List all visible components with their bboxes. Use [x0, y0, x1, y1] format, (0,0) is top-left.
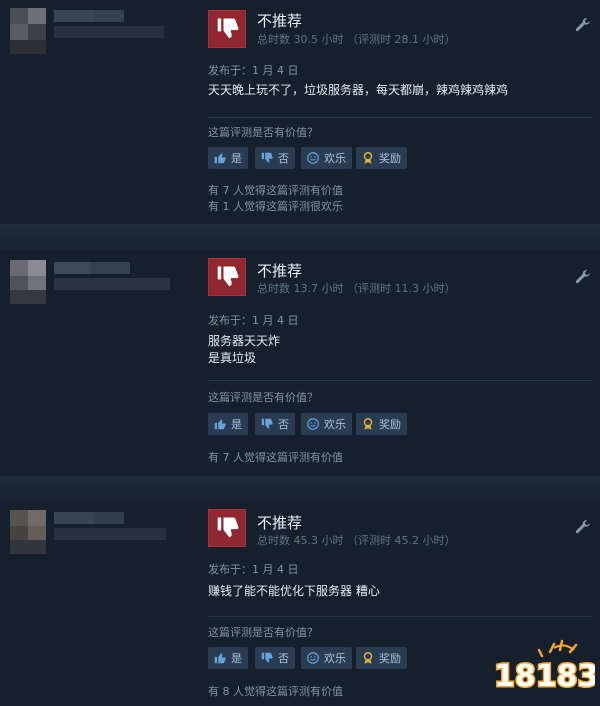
vote-yes-label: 是 [231, 652, 242, 665]
vote-yes-label: 是 [231, 418, 242, 431]
review-verdict: 不推荐 [257, 262, 303, 280]
vote-yes-button[interactable]: 是 [208, 413, 248, 435]
divider [208, 616, 592, 617]
smiley-icon [307, 418, 319, 430]
vote-funny-label: 欢乐 [324, 418, 346, 431]
review-hours: 总时数 13.7 小时 （评测时 11.3 小时） [257, 282, 456, 295]
helpful-count: 有 7 人觉得这篇评测有价值 [208, 451, 343, 464]
avatar[interactable] [6, 504, 176, 564]
review-separator [0, 476, 600, 500]
avatar[interactable] [6, 4, 176, 64]
vote-yes-button[interactable]: 是 [208, 147, 248, 169]
vote-funny-label: 欢乐 [324, 152, 346, 165]
svg-text:18183: 18183 [494, 659, 595, 694]
wrench-icon[interactable] [574, 518, 592, 536]
helpful-count: 有 7 人觉得这篇评测有价值 [208, 184, 343, 197]
review-posted-date: 发布于：1 月 4 日 [208, 563, 299, 576]
thumbs-down-icon [261, 152, 273, 163]
review-separator [0, 224, 600, 250]
review-posted-date: 发布于：1 月 4 日 [208, 64, 299, 77]
award-label: 奖励 [379, 152, 401, 165]
vote-funny-button[interactable]: 欢乐 [301, 147, 352, 169]
avatar[interactable] [6, 254, 176, 314]
vote-yes-label: 是 [231, 152, 242, 165]
award-button[interactable]: 奖励 [356, 147, 407, 169]
review-posted-date: 发布于：1 月 4 日 [208, 314, 299, 327]
thumbs-down-icon [217, 18, 239, 39]
review-verdict: 不推荐 [257, 12, 303, 30]
review-verdict: 不推荐 [257, 514, 303, 532]
review-text: 赚钱了能不能优化下服务器 糟心 [208, 584, 380, 598]
vote-no-button[interactable]: 否 [255, 647, 295, 669]
vote-no-button[interactable]: 否 [255, 413, 295, 435]
divider [208, 380, 592, 381]
review-card: 不推荐 总时数 13.7 小时 （评测时 11.3 小时） 发布于：1 月 4 … [0, 250, 600, 476]
thumbs-down-icon [217, 517, 239, 538]
award-label: 奖励 [379, 418, 401, 431]
review-text: 天天晚上玩不了，垃圾服务器，每天都崩，辣鸡辣鸡辣鸡 [208, 83, 509, 97]
award-icon [363, 152, 373, 164]
helpful-prompt: 这篇评测是否有价值？ [208, 391, 318, 404]
thumbs-down-badge [208, 258, 246, 296]
award-icon [363, 652, 373, 664]
smiley-icon [307, 652, 319, 664]
wrench-icon[interactable] [574, 268, 592, 286]
divider [208, 117, 592, 118]
thumbs-up-icon [214, 153, 226, 164]
review-text: 服务器天天炸 是真垃圾 [208, 334, 281, 365]
vote-yes-button[interactable]: 是 [208, 647, 248, 669]
review-hours: 总时数 30.5 小时 （评测时 28.1 小时） [257, 33, 456, 46]
wrench-icon[interactable] [574, 16, 592, 34]
award-button[interactable]: 奖励 [356, 647, 407, 669]
award-icon [363, 418, 373, 430]
thumbs-down-badge [208, 509, 246, 547]
helpful-prompt: 这篇评测是否有价值？ [208, 126, 318, 139]
vote-no-label: 否 [278, 152, 289, 165]
award-button[interactable]: 奖励 [356, 413, 407, 435]
thumbs-up-icon [214, 419, 226, 430]
thumbs-down-icon [217, 266, 239, 287]
award-label: 奖励 [379, 652, 401, 665]
vote-funny-button[interactable]: 欢乐 [301, 647, 352, 669]
smiley-icon [307, 152, 319, 164]
helpful-count: 有 8 人觉得这篇评测有价值 [208, 685, 343, 698]
vote-no-button[interactable]: 否 [255, 147, 295, 169]
site-logo-watermark: 18183 [493, 639, 595, 696]
funny-count: 有 1 人觉得这篇评测很欢乐 [208, 200, 343, 213]
thumbs-down-icon [261, 652, 273, 663]
review-hours: 总时数 45.3 小时 （评测时 45.2 小时） [257, 534, 456, 547]
vote-funny-button[interactable]: 欢乐 [301, 413, 352, 435]
vote-funny-label: 欢乐 [324, 652, 346, 665]
thumbs-up-icon [214, 653, 226, 664]
vote-no-label: 否 [278, 418, 289, 431]
thumbs-down-icon [261, 418, 273, 429]
review-card: 不推荐 总时数 30.5 小时 （评测时 28.1 小时） 发布于：1 月 4 … [0, 0, 600, 224]
helpful-prompt: 这篇评测是否有价值？ [208, 626, 318, 639]
thumbs-down-badge [208, 10, 246, 48]
vote-no-label: 否 [278, 652, 289, 665]
